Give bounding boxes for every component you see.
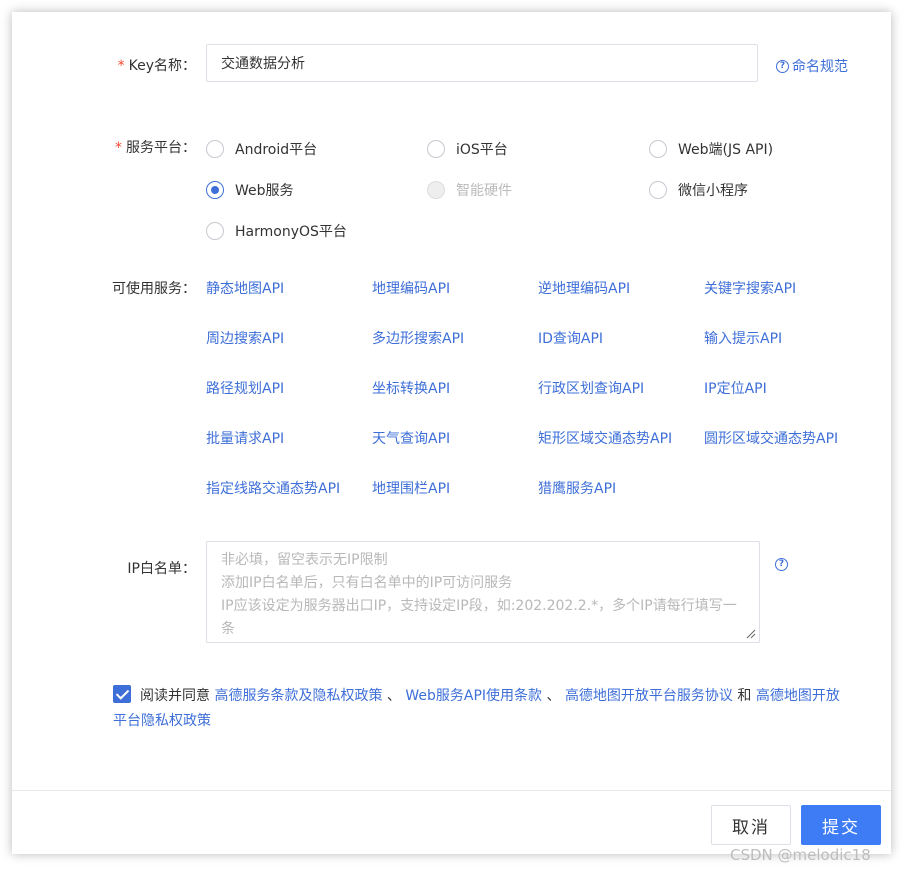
platform-radio-label: 微信小程序 — [678, 183, 748, 199]
ip-whitelist-textarea[interactable] — [206, 541, 760, 643]
resize-grip-icon[interactable] — [746, 629, 756, 639]
platform-radio[interactable]: 微信小程序 — [649, 180, 748, 200]
service-link[interactable]: 关键字搜索API — [704, 278, 796, 298]
create-key-dialog: *Key名称： ? 命名规范 *服务平台： Android平台 iOS平台 Web端… — [12, 12, 891, 854]
platform-radio[interactable]: Web端(JS API) — [649, 139, 773, 159]
key-name-input[interactable] — [206, 44, 758, 82]
platform-radio-label: iOS平台 — [456, 142, 508, 158]
required-asterisk: * — [117, 58, 125, 74]
service-link[interactable]: 多边形搜索API — [372, 328, 464, 348]
radio-circle-icon — [427, 140, 445, 158]
service-link[interactable]: 坐标转换API — [372, 378, 450, 398]
platform-agreement-link[interactable]: 高德地图开放平台服务协议 — [565, 688, 733, 704]
service-link[interactable]: 批量请求API — [206, 428, 284, 448]
platform-label: * 服务平台： — [115, 140, 196, 156]
terms-link[interactable]: 高德服务条款及隐私权政策 — [214, 688, 382, 704]
platform-radio-label: 智能硬件 — [456, 183, 512, 199]
footer-divider — [12, 790, 891, 791]
ip-help-icon[interactable]: ? — [775, 558, 788, 571]
naming-rules-link[interactable]: ? 命名规范 — [776, 56, 848, 76]
required-asterisk: * — [115, 140, 122, 156]
radio-circle-icon — [206, 222, 224, 240]
platform-radio: 智能硬件 — [427, 180, 512, 200]
watermark: CSDN @melodic18 — [730, 846, 871, 864]
service-link[interactable]: IP定位API — [704, 378, 767, 398]
agreement-checkbox[interactable] — [113, 685, 131, 703]
platform-radio-label: Android平台 — [235, 142, 318, 158]
platform-radio[interactable]: iOS平台 — [427, 139, 508, 159]
submit-button[interactable]: 提交 — [801, 805, 881, 845]
radio-circle-icon — [649, 140, 667, 158]
service-link[interactable]: 逆地理编码API — [538, 278, 630, 298]
agreement: 阅读并同意 高德服务条款及隐私权政策 、 Web服务API使用条款 、 高德地图… — [113, 684, 853, 734]
service-link[interactable]: 圆形区域交通态势API — [704, 428, 838, 448]
service-link[interactable]: 矩形区域交通态势API — [538, 428, 672, 448]
service-link[interactable]: 地理围栏API — [372, 478, 450, 498]
service-link[interactable]: 指定线路交通态势API — [206, 478, 340, 498]
key-name-label: * Key名称： — [117, 58, 196, 74]
service-link[interactable]: 路径规划API — [206, 378, 284, 398]
ip-whitelist-label: IP白名单： — [127, 561, 196, 577]
service-link[interactable]: ID查询API — [538, 328, 603, 348]
platform-radio[interactable]: Android平台 — [206, 139, 317, 159]
cancel-button[interactable]: 取消 — [711, 805, 791, 845]
services-label: 可使用服务： — [112, 281, 196, 297]
radio-circle-icon — [649, 181, 667, 199]
radio-circle-icon — [206, 181, 224, 199]
service-link[interactable]: 输入提示API — [704, 328, 782, 348]
service-link[interactable]: 行政区划查询API — [538, 378, 644, 398]
service-link[interactable]: 天气查询API — [372, 428, 450, 448]
platform-radio-label: HarmonyOS平台 — [235, 224, 347, 240]
service-link[interactable]: 周边搜索API — [206, 328, 284, 348]
service-link[interactable]: 地理编码API — [372, 278, 450, 298]
platform-radio-label: Web服务 — [235, 183, 294, 199]
question-icon: ? — [776, 59, 789, 73]
platform-radio[interactable]: Web服务 — [206, 180, 294, 200]
platform-radio[interactable]: HarmonyOS平台 — [206, 221, 347, 241]
service-link[interactable]: 猎鹰服务API — [538, 478, 616, 498]
platform-radio-label: Web端(JS API) — [678, 142, 774, 158]
service-link[interactable]: 静态地图API — [206, 278, 284, 298]
radio-circle-icon — [427, 181, 445, 199]
web-service-terms-link[interactable]: Web服务API使用条款 — [405, 688, 542, 704]
radio-circle-icon — [206, 140, 224, 158]
